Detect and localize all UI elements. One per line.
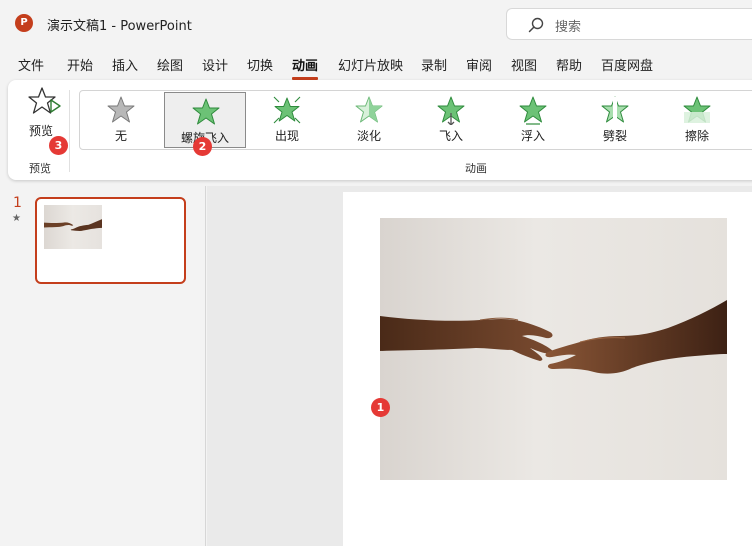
preview-label: 预览 <box>29 124 54 138</box>
star-fly-icon <box>437 96 465 125</box>
animation-float-in[interactable]: 浮入 <box>492 91 574 149</box>
tab-slideshow[interactable]: 幻灯片放映 <box>338 55 403 74</box>
tab-baidu-netdisk[interactable]: 百度网盘 <box>601 55 653 74</box>
tab-view[interactable]: 视图 <box>511 55 537 74</box>
animation-fade-label: 淡化 <box>356 129 381 143</box>
animation-gallery: 无 螺旋飞入 出现 淡化 <box>79 90 752 150</box>
star-wipe-icon <box>683 96 711 123</box>
star-float-icon <box>519 96 547 125</box>
document-title: 演示文稿1 - PowerPoint <box>47 19 192 34</box>
animation-marker-icon: ★ <box>12 213 21 224</box>
slide-editor[interactable] <box>343 192 752 546</box>
tab-insert[interactable]: 插入 <box>112 55 138 74</box>
search-input[interactable]: 搜索 <box>506 8 752 40</box>
tab-home[interactable]: 开始 <box>67 55 93 74</box>
animation-group-label: 动画 <box>465 162 487 175</box>
animation-none[interactable]: 无 <box>80 91 162 149</box>
ribbon-panel: 预览 ⌄ 预览 无 螺旋飞入 出现 <box>8 80 752 180</box>
tab-help[interactable]: 帮助 <box>556 55 582 74</box>
tab-review[interactable]: 审阅 <box>466 55 492 74</box>
animation-split[interactable]: 劈裂 <box>574 91 656 149</box>
animation-float-in-label: 浮入 <box>520 129 545 143</box>
animation-none-label: 无 <box>114 129 127 143</box>
star-fade-icon <box>355 96 383 123</box>
callout-badge-spiral: 2 <box>193 137 212 156</box>
star-split-icon <box>601 96 629 123</box>
slide-thumbnail-pane: 1 ★ <box>0 186 206 546</box>
animation-appear-label: 出现 <box>274 129 299 143</box>
slide-number: 1 <box>13 195 22 211</box>
animation-wipe-label: 擦除 <box>684 129 709 143</box>
slide-canvas <box>207 186 752 546</box>
callout-badge-photo: 1 <box>371 398 390 417</box>
search-placeholder: 搜索 <box>555 20 582 35</box>
hands-photo[interactable] <box>380 218 727 480</box>
thumbnail-image <box>44 205 102 249</box>
animation-fly-in-label: 飞入 <box>438 129 463 143</box>
animation-wipe[interactable]: 擦除 <box>656 91 738 149</box>
callout-badge-preview: 3 <box>49 136 68 155</box>
animation-fly-in[interactable]: 飞入 <box>410 91 492 149</box>
tab-transitions[interactable]: 切换 <box>247 55 273 74</box>
tab-draw[interactable]: 绘图 <box>157 55 183 74</box>
tab-file[interactable]: 文件 <box>18 55 44 74</box>
star-gray-icon <box>107 96 135 123</box>
tab-design[interactable]: 设计 <box>202 55 228 74</box>
preview-group-label: 预览 <box>29 162 51 175</box>
search-icon <box>528 17 544 33</box>
star-play-icon <box>28 87 61 114</box>
star-green-icon <box>192 98 220 125</box>
tab-record[interactable]: 录制 <box>421 55 447 74</box>
animation-fade[interactable]: 淡化 <box>328 91 410 149</box>
star-burst-icon <box>273 96 301 124</box>
powerpoint-logo-icon: P <box>15 14 33 32</box>
slide-thumbnail[interactable] <box>35 197 186 284</box>
ribbon-tabs: 文件 开始 插入 绘图 设计 切换 动画 幻灯片放映 录制 审阅 视图 帮助 百… <box>0 50 752 80</box>
animation-appear[interactable]: 出现 <box>246 91 328 149</box>
title-bar: P 演示文稿1 - PowerPoint 搜索 <box>0 0 752 46</box>
group-divider <box>69 90 70 172</box>
tab-animations[interactable]: 动画 <box>292 55 319 80</box>
animation-split-label: 劈裂 <box>602 129 627 143</box>
